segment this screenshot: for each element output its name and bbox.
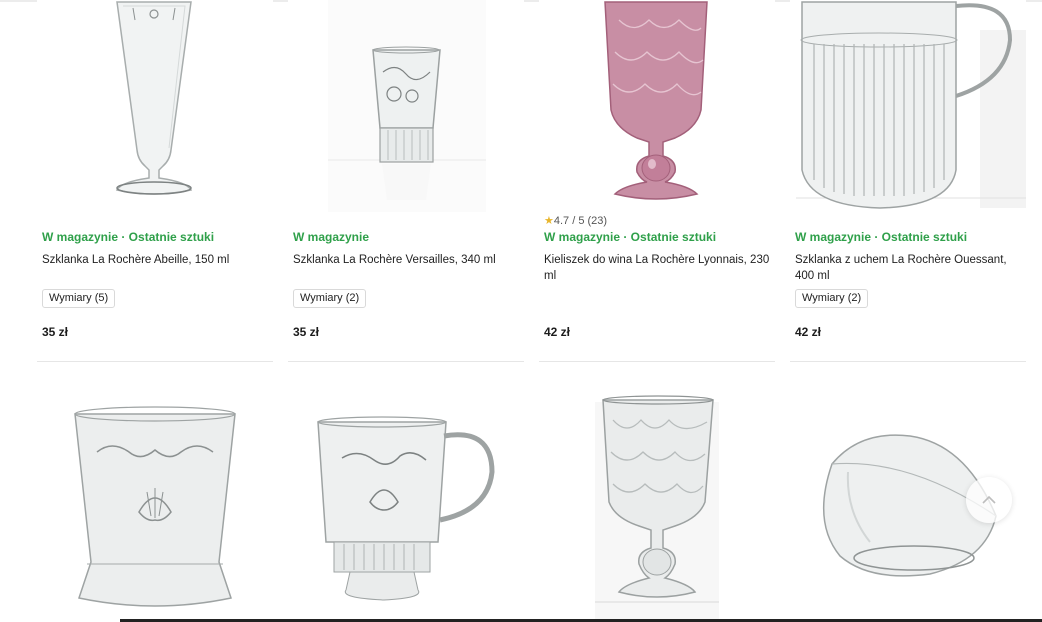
chevron-up-icon	[982, 495, 996, 504]
product-card[interactable]	[37, 382, 273, 622]
product-image[interactable]	[539, 392, 775, 622]
stock-status: W magazynie · Ostatnie sztuki	[42, 230, 215, 244]
product-image[interactable]	[37, 0, 273, 212]
stock-status: W magazynie · Ostatnie sztuki	[795, 230, 968, 244]
product-image[interactable]	[539, 0, 775, 212]
variants-button[interactable]: Wymiary (2)	[795, 289, 869, 308]
product-image[interactable]	[37, 392, 273, 622]
stock-status: W magazynie · Ostatnie sztuki	[544, 230, 717, 244]
product-price: 42 zł	[795, 325, 822, 339]
product-title[interactable]: Szklanka La Rochère Versailles, 340 ml	[293, 252, 519, 268]
product-card[interactable]	[539, 382, 775, 622]
scroll-to-top-button[interactable]	[966, 477, 1012, 523]
product-image[interactable]	[288, 0, 524, 212]
product-title[interactable]: Szklanka La Rochère Abeille, 150 ml	[42, 252, 268, 268]
product-card[interactable]: W magazynie · Ostatnie sztuki Szklanka z…	[790, 0, 1026, 362]
product-card[interactable]: ★4.7 / 5 (23) W magazynie · Ostatnie szt…	[539, 0, 775, 362]
variants-button[interactable]: Wymiary (2)	[293, 289, 367, 308]
product-rating: ★4.7 / 5 (23)	[544, 215, 608, 227]
product-price: 42 zł	[544, 325, 571, 339]
star-icon: ★	[544, 215, 554, 227]
product-image[interactable]	[288, 392, 524, 622]
product-title[interactable]: Kieliszek do wina La Rochère Lyonnais, 2…	[544, 252, 770, 284]
variants-button[interactable]: Wymiary (5)	[42, 289, 116, 308]
product-image[interactable]	[790, 0, 1026, 212]
product-price: 35 zł	[293, 325, 320, 339]
product-price: 35 zł	[42, 325, 69, 339]
product-card[interactable]	[288, 382, 524, 622]
product-title[interactable]: Szklanka z uchem La Rochère Ouessant, 40…	[795, 252, 1021, 284]
stock-status: W magazynie	[293, 230, 370, 244]
product-card[interactable]: W magazynie · Ostatnie sztuki Szklanka L…	[37, 0, 273, 362]
product-card[interactable]: W magazynie Szklanka La Rochère Versaill…	[288, 0, 524, 362]
